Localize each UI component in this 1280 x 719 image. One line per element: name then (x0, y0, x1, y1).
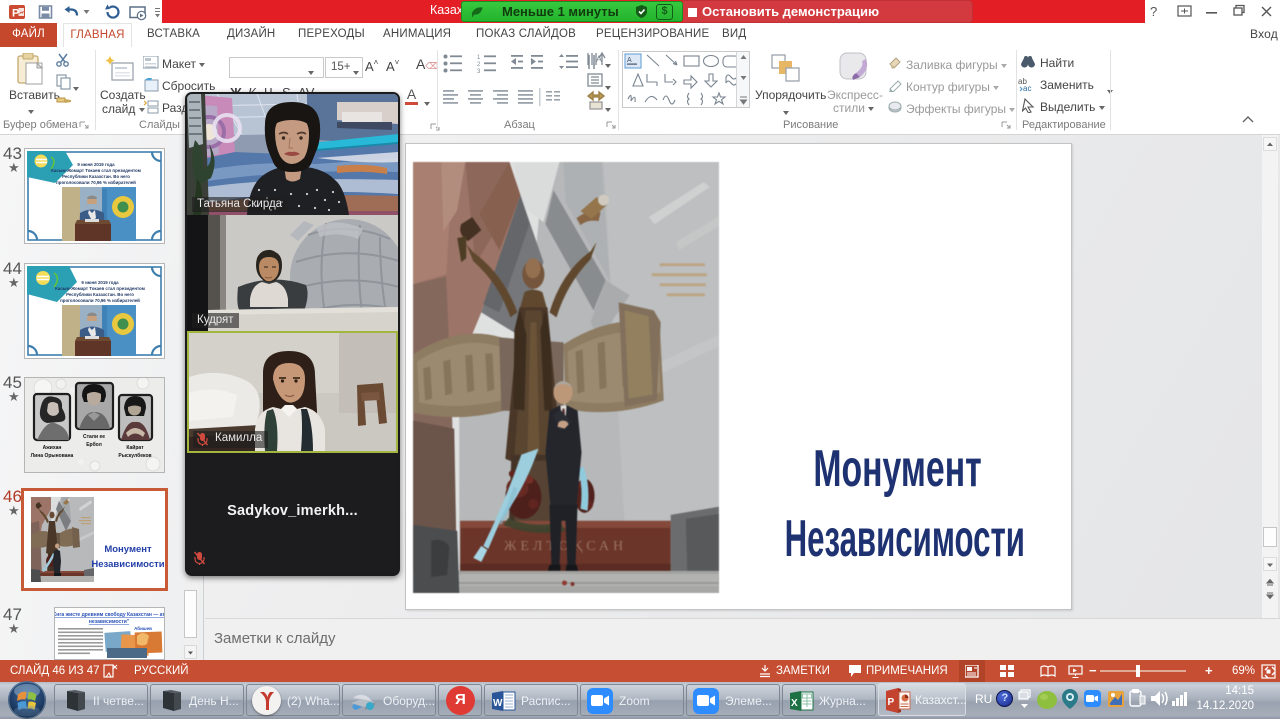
svg-text:?: ? (1150, 4, 1157, 19)
svg-text:3: 3 (477, 69, 481, 75)
svg-text:Абишев: Абишев (134, 625, 152, 631)
svg-text:P: P (888, 697, 895, 708)
svg-text:W: W (493, 698, 503, 709)
svg-text:2: 2 (477, 62, 481, 68)
svg-text:9 июня 2019 года: 9 июня 2019 года (77, 162, 115, 167)
svg-text:Касым-Жомарт Токаев стал прези: Касым-Жомарт Токаев стал президентом (51, 168, 141, 173)
svg-text:Ербол: Ербол (86, 441, 102, 448)
svg-text:проголосовали 70,96 % избирате: проголосовали 70,96 % избирателей (60, 298, 140, 303)
svg-text:Монумент: Монумент (104, 544, 152, 555)
svg-text:Рыскулбеков: Рыскулбеков (118, 452, 151, 459)
svg-text:ac: ac (1023, 84, 1031, 92)
svg-text:Кайрат: Кайрат (126, 444, 144, 451)
svg-text:проголосовали 70,96 % избирате: проголосовали 70,96 % избирателей (56, 180, 136, 185)
svg-text:P: P (12, 8, 19, 20)
svg-text:Республики Казахстан. Во него: Республики Казахстан. Во него (66, 292, 134, 297)
svg-text:Независимости: Независимости (91, 559, 164, 570)
svg-text:1: 1 (477, 55, 481, 61)
svg-text:Лина Орынована: Лина Орынована (31, 453, 74, 459)
svg-text:Касым-Жомарт Токаев стал прези: Касым-Жомарт Токаев стал президентом (55, 286, 145, 291)
svg-text:A: A (627, 57, 632, 64)
svg-text:X: X (791, 698, 798, 709)
svg-text:Республики Казахстан. Во него: Республики Казахстан. Во него (62, 174, 130, 179)
svg-text:9 июня 2019 года: 9 июня 2019 года (81, 280, 119, 285)
svg-text:независимости": независимости" (89, 619, 130, 625)
svg-text:Ажихан: Ажихан (43, 445, 62, 451)
svg-text:Стали ее: Стали ее (83, 434, 105, 440)
svg-text:"Снга жисте древням свободу Ка: "Снга жисте древням свободу Казахстан — … (55, 611, 164, 618)
svg-text:ЖЕЛТОҚСАН: ЖЕЛТОҚСАН (504, 538, 627, 554)
